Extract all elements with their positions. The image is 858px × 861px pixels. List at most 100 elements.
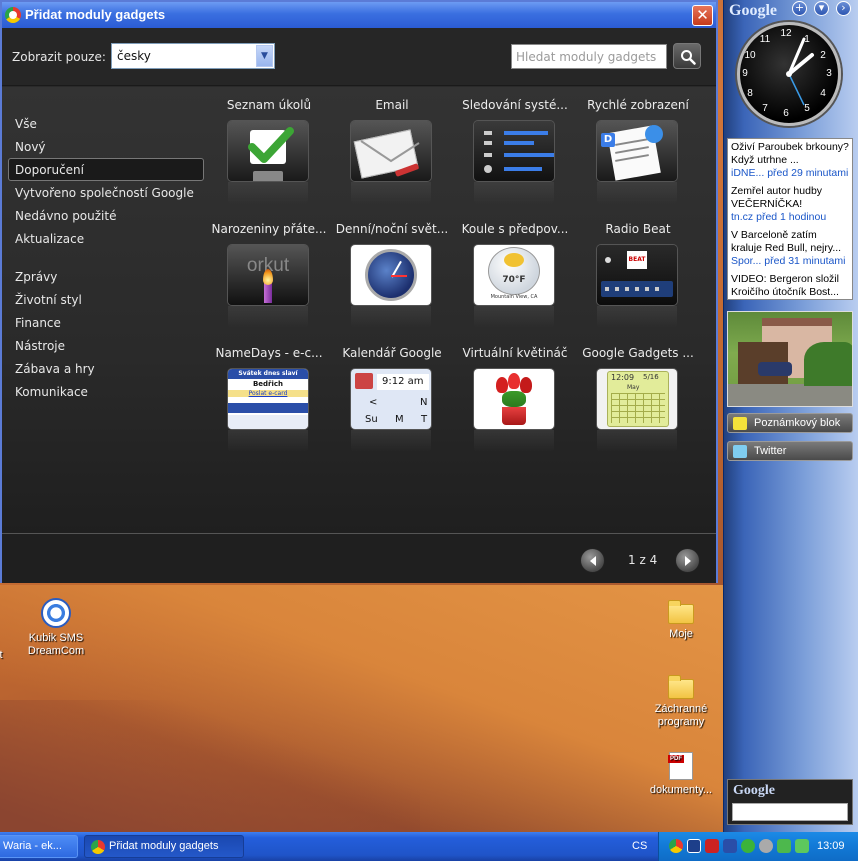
gadget-tile[interactable]: Kalendář Google 9:12 am < N Su M T: [333, 346, 451, 466]
taskbar-clock[interactable]: 13:09: [817, 840, 845, 852]
add-gadget-button[interactable]: +: [792, 1, 807, 16]
gadget-tile[interactable]: Email: [333, 98, 451, 218]
nameday-header: Svátek dnes slaví: [228, 369, 308, 379]
category-recently-used[interactable]: Nedávno použité: [8, 204, 204, 227]
tulip-pot-icon[interactable]: [474, 369, 554, 429]
news-headline[interactable]: Oživí Paroubek brkouny? Když utrhne ...: [731, 141, 849, 167]
taskbar-item-add-gadgets[interactable]: Přidat moduly gadgets: [84, 835, 244, 858]
page-indicator: 1 z 4: [628, 553, 658, 567]
sidebar-menu-button[interactable]: ▾: [814, 1, 829, 16]
desktop-icon-zachranne-programy[interactable]: Záchranné programy: [648, 675, 714, 729]
gadget-title: Email: [375, 98, 409, 112]
calendar-time: 9:12 am: [377, 374, 429, 390]
weather-location: Mountain View, CA: [490, 294, 538, 300]
language-select[interactable]: česky ▼: [111, 43, 275, 69]
desktop-icon-partial[interactable]: t: [0, 649, 6, 662]
next-page-button[interactable]: [675, 548, 700, 573]
nameday-link: Poslat e-card: [228, 390, 308, 397]
folder-icon: [668, 675, 694, 699]
speaker-icon[interactable]: [759, 839, 773, 853]
orkut-candle-icon[interactable]: orkut: [228, 245, 308, 305]
envelope-icon[interactable]: [351, 121, 431, 181]
search-input[interactable]: [511, 44, 667, 69]
desktop-icon-label: Kubik SMS DreamCom: [27, 632, 85, 657]
category-lifestyle[interactable]: Životní styl: [8, 288, 204, 311]
gadget-tile[interactable]: Narozeniny přáte... orkut: [210, 222, 328, 342]
desktop-wallpaper-shadow: [0, 700, 420, 840]
category-fun-games[interactable]: Zábava a hry: [8, 357, 204, 380]
calendar-day-t: T: [421, 414, 428, 425]
category-updates[interactable]: Aktualizace: [8, 227, 204, 250]
category-all[interactable]: Vše: [8, 112, 204, 135]
news-item[interactable]: V Barceloně zatím kraluje Red Bull, nejr…: [728, 227, 852, 271]
desktop-icon-kubik-sms[interactable]: Kubik SMS DreamCom: [24, 598, 88, 658]
news-time: před 29 minutami: [767, 167, 849, 179]
desktop-icon-label: t: [0, 649, 3, 661]
notepad-icon: [733, 417, 747, 430]
category-finance[interactable]: Finance: [8, 311, 204, 334]
nameday-card-icon[interactable]: Svátek dnes slaví Bedřich Poslat e-card: [228, 369, 308, 429]
chevron-down-icon[interactable]: ▼: [256, 45, 273, 67]
news-time: před 31 minutami: [764, 255, 846, 267]
gadget-tile[interactable]: Seznam úkolů: [210, 98, 328, 218]
google-search-input[interactable]: [732, 803, 848, 821]
gadget-tile[interactable]: Rychlé zobrazení D: [579, 98, 697, 218]
category-tools[interactable]: Nástroje: [8, 334, 204, 357]
weather-globe-icon[interactable]: 70°F Mountain View, CA: [474, 245, 554, 305]
search-button[interactable]: [673, 43, 701, 69]
world-clock-icon[interactable]: [351, 245, 431, 305]
kubik-sms-icon: [41, 598, 71, 628]
twitter-gadget[interactable]: Twitter: [727, 441, 853, 461]
category-recommended[interactable]: Doporučení: [8, 158, 204, 181]
desktop-icon-moje[interactable]: Moje: [650, 600, 712, 641]
google-logo: Google: [729, 2, 777, 19]
news-item[interactable]: VIDEO: Bergeron složil Kroičího útočník …: [728, 271, 852, 299]
system-monitor-icon[interactable]: [474, 121, 554, 181]
language-indicator[interactable]: CS: [632, 840, 647, 852]
prev-page-button[interactable]: [580, 548, 605, 573]
news-item[interactable]: Oživí Paroubek brkouny? Když utrhne ... …: [728, 139, 852, 183]
dialog-titlebar[interactable]: Přidat moduly gadgets ✕: [2, 2, 716, 28]
google-desktop-tray-icon[interactable]: [669, 839, 683, 853]
news-gadget: Oživí Paroubek brkouny? Když utrhne ... …: [727, 138, 853, 300]
gadget-title: Denní/noční svět...: [335, 222, 449, 236]
add-gadgets-dialog: Přidat moduly gadgets ✕ Zobrazit pouze: …: [0, 0, 718, 583]
gadget-tile[interactable]: Koule s předpov... 70°F Mountain View, C…: [456, 222, 574, 342]
category-communication[interactable]: Komunikace: [8, 380, 204, 403]
sync-icon[interactable]: [723, 839, 737, 853]
gadget-tile[interactable]: NameDays - e-c... Svátek dnes slaví Bedř…: [210, 346, 328, 466]
sidebar-collapse-button[interactable]: ›: [836, 1, 851, 16]
gadget-tile[interactable]: Denní/noční svět...: [333, 222, 451, 342]
gadget-title: Seznam úkolů: [226, 98, 312, 112]
category-list: Vše Nový Doporučení Vytvořeno společnost…: [8, 112, 204, 403]
gadget-title: Rychlé zobrazení: [587, 98, 689, 112]
security-shield-icon[interactable]: [741, 839, 755, 853]
desktop-icon-dokumenty[interactable]: PDF dokumenty...: [646, 752, 716, 797]
language-value: česky: [117, 49, 151, 63]
update-icon[interactable]: [777, 839, 791, 853]
calendar-icon[interactable]: 9:12 am < N Su M T: [351, 369, 431, 429]
gadget-title: NameDays - e-c...: [215, 346, 323, 360]
gadget-tile[interactable]: Virtuální květináč: [456, 346, 574, 466]
taskbar-item-waria[interactable]: Waria - ek...: [0, 835, 78, 858]
notepad-gadget[interactable]: Poznámkový blok: [727, 413, 853, 433]
news-headline[interactable]: VIDEO: Bergeron složil Kroičího útočník …: [731, 273, 849, 299]
gadget-tile[interactable]: Google Gadgets ... 12:09 5/16 May: [579, 346, 697, 466]
network-icon[interactable]: [687, 839, 701, 853]
pushpin-note-icon[interactable]: D: [597, 121, 677, 181]
category-by-google[interactable]: Vytvořeno společností Google: [8, 181, 204, 204]
gadget-tile[interactable]: Sledování systé...: [456, 98, 574, 218]
photo-gadget[interactable]: [727, 311, 853, 407]
checkmark-icon[interactable]: [228, 121, 308, 181]
calendar-grid-icon[interactable]: 12:09 5/16 May: [597, 369, 677, 429]
news-headline[interactable]: Zemřel autor hudby VEČERNÍČKA!: [731, 185, 849, 211]
close-button[interactable]: ✕: [692, 5, 713, 26]
news-item[interactable]: Zemřel autor hudby VEČERNÍČKA! tn.cz pře…: [728, 183, 852, 227]
safely-remove-icon[interactable]: [795, 839, 809, 853]
category-new[interactable]: Nový: [8, 135, 204, 158]
radio-player-icon[interactable]: BEAT: [597, 245, 677, 305]
category-news[interactable]: Zprávy: [8, 265, 204, 288]
news-headline[interactable]: V Barceloně zatím kraluje Red Bull, nejr…: [731, 229, 849, 255]
gadget-tile[interactable]: Radio Beat BEAT: [579, 222, 697, 342]
ati-icon[interactable]: [705, 839, 719, 853]
